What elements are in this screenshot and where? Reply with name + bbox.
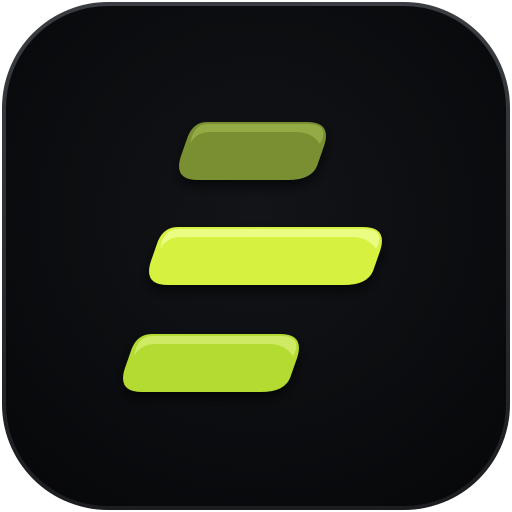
bar-top: [179, 122, 326, 180]
bar-middle: [149, 227, 382, 285]
bar-bottom: [123, 334, 299, 392]
app-icon[interactable]: [0, 0, 512, 512]
icon-canvas: [0, 0, 512, 512]
